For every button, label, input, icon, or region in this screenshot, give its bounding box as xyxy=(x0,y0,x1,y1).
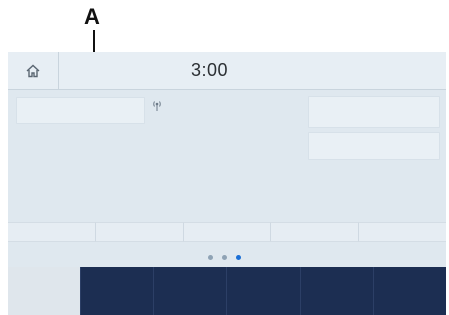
bottom-tab-3[interactable] xyxy=(154,267,228,315)
clock: 3:00 xyxy=(191,60,229,80)
bottom-tab-2[interactable] xyxy=(81,267,155,315)
page-dot-1[interactable] xyxy=(208,255,213,260)
callout-label-a: A xyxy=(84,4,100,29)
side-option-tile-2[interactable] xyxy=(308,132,440,160)
preset-button-2[interactable] xyxy=(95,222,184,242)
preset-button-1[interactable] xyxy=(8,222,96,242)
bottom-tab-1[interactable] xyxy=(8,267,81,315)
preset-row xyxy=(8,222,446,242)
bottom-tab-6[interactable] xyxy=(374,267,446,315)
radio-signal-icon xyxy=(153,101,161,111)
preset-button-5[interactable] xyxy=(359,222,446,242)
page-indicator xyxy=(208,255,241,260)
bottom-tab-4[interactable] xyxy=(227,267,301,315)
page-dot-2[interactable] xyxy=(222,255,227,260)
bottom-navigation-bar xyxy=(8,267,446,315)
station-info-tile[interactable] xyxy=(16,97,145,124)
side-option-tile-1[interactable] xyxy=(308,96,440,128)
infotainment-screen: 3:00 xyxy=(8,52,446,315)
preset-button-3[interactable] xyxy=(183,222,272,242)
page-dot-3-active[interactable] xyxy=(236,255,241,260)
bottom-tab-5[interactable] xyxy=(301,267,374,315)
status-bar: 3:00 xyxy=(8,52,446,90)
home-icon xyxy=(26,64,40,77)
home-button[interactable] xyxy=(8,52,59,89)
preset-button-4[interactable] xyxy=(271,222,360,242)
